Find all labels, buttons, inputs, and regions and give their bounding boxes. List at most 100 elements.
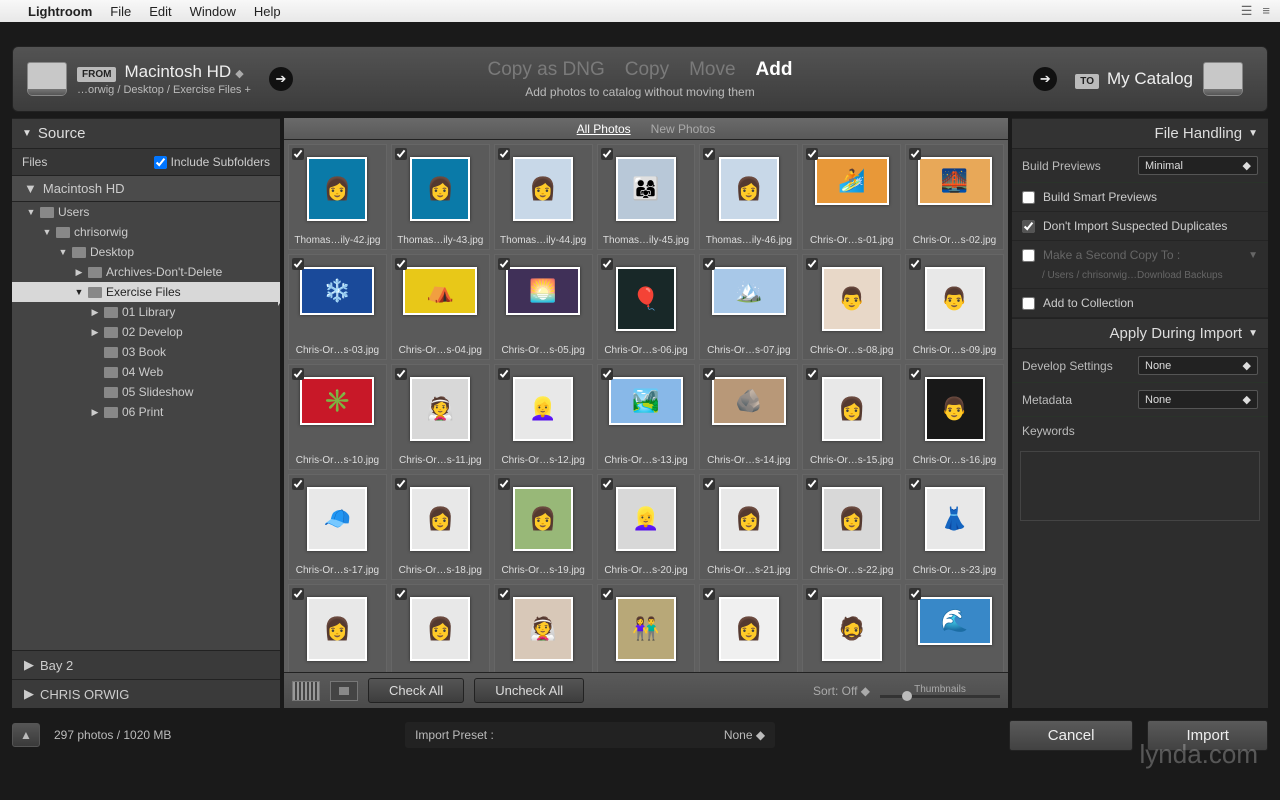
import-button[interactable]: Import	[1147, 720, 1268, 751]
arrow-right-button[interactable]: ➔	[1033, 67, 1057, 91]
check-all-button[interactable]: Check All	[368, 678, 464, 703]
loupe-view-icon[interactable]	[330, 681, 358, 701]
thumbnail-cell[interactable]: 🌉Chris-Or…s-02.jpg	[905, 144, 1004, 250]
tab-new-photos[interactable]: New Photos	[651, 122, 716, 136]
smart-previews-checkbox[interactable]: Build Smart Previews	[1012, 183, 1268, 212]
folder-04-web[interactable]: 04 Web	[12, 362, 280, 382]
thumbnail-checkbox[interactable]	[909, 368, 921, 380]
thumbnail-cell[interactable]: 🌊Chris-Or…s-30.jpg	[905, 584, 1004, 672]
folder-02-develop[interactable]: ▶02 Develop	[12, 322, 280, 342]
thumbnail-cell[interactable]: 👩Chris-Or…s-21.jpg	[699, 474, 798, 580]
no-duplicates-checkbox[interactable]: Don't Import Suspected Duplicates	[1012, 212, 1268, 241]
thumbnail-checkbox[interactable]	[909, 588, 921, 600]
mode-move[interactable]: Move	[689, 59, 735, 81]
mode-copy[interactable]: Copy	[625, 59, 669, 81]
thumbnail-cell[interactable]: 🏄Chris-Or…s-01.jpg	[802, 144, 901, 250]
folder-06-print[interactable]: ▶06 Print	[12, 402, 280, 422]
thumbnail-checkbox[interactable]	[292, 478, 304, 490]
thumbnail-size-slider[interactable]: Thumbnails	[880, 684, 1000, 698]
thumbnail-cell[interactable]: 🏞️Chris-Or…s-13.jpg	[597, 364, 696, 470]
thumbnail-cell[interactable]: ⛺Chris-Or…s-04.jpg	[391, 254, 490, 360]
menu-window[interactable]: Window	[190, 4, 236, 19]
thumbnail-checkbox[interactable]	[806, 368, 818, 380]
thumbnail-checkbox[interactable]	[395, 258, 407, 270]
arrow-right-button[interactable]: ➔	[269, 67, 293, 91]
keywords-input[interactable]	[1020, 451, 1260, 521]
thumbnail-cell[interactable]: 👨‍👩‍👧Thomas…ily-45.jpg	[597, 144, 696, 250]
thumbnail-checkbox[interactable]	[703, 148, 715, 160]
thumbnail-checkbox[interactable]	[703, 368, 715, 380]
thumbnail-cell[interactable]: 👗Chris-Or…s-23.jpg	[905, 474, 1004, 580]
thumbnail-checkbox[interactable]	[395, 148, 407, 160]
import-preset-select[interactable]: Import Preset : None ◆	[405, 722, 775, 748]
thumbnail-cell[interactable]: 👨Chris-Or…s-08.jpg	[802, 254, 901, 360]
thumbnail-cell[interactable]: 👩Thomas…ily-42.jpg	[288, 144, 387, 250]
thumbnail-checkbox[interactable]	[703, 588, 715, 600]
thumbnail-cell[interactable]: 👱‍♀️Chris-Or…s-12.jpg	[494, 364, 593, 470]
thumbnail-cell[interactable]: 👨Chris-Or…s-09.jpg	[905, 254, 1004, 360]
thumbnail-checkbox[interactable]	[292, 148, 304, 160]
thumbnail-checkbox[interactable]	[703, 478, 715, 490]
folder-05-slideshow[interactable]: 05 Slideshow	[12, 382, 280, 402]
add-to-collection-checkbox[interactable]: Add to Collection	[1012, 289, 1268, 318]
thumbnail-cell[interactable]: ✳️Chris-Or…s-10.jpg	[288, 364, 387, 470]
thumbnail-cell[interactable]: 👨Chris-Or…s-16.jpg	[905, 364, 1004, 470]
tray-icon[interactable]: ≡	[1262, 3, 1270, 19]
thumbnail-checkbox[interactable]	[806, 478, 818, 490]
mode-copy-as-dng[interactable]: Copy as DNG	[488, 59, 605, 81]
folder-desktop[interactable]: ▼Desktop	[12, 242, 280, 262]
thumbnail-grid[interactable]: 👩Thomas…ily-42.jpg👩Thomas…ily-43.jpg👩Tho…	[284, 140, 1008, 672]
thumbnail-checkbox[interactable]	[806, 258, 818, 270]
thumbnail-checkbox[interactable]	[806, 148, 818, 160]
thumbnail-cell[interactable]: 👩Chris-Or…s-15.jpg	[802, 364, 901, 470]
thumbnail-cell[interactable]: 👫Chris-Or…s-27.jpg	[597, 584, 696, 672]
include-subfolders-checkbox[interactable]: Include Subfolders	[154, 155, 270, 169]
thumbnail-checkbox[interactable]	[601, 368, 613, 380]
thumbnail-checkbox[interactable]	[395, 478, 407, 490]
folder-03-book[interactable]: 03 Book	[12, 342, 280, 362]
panel-header-filehandling[interactable]: File Handling▼	[1012, 118, 1268, 149]
menu-help[interactable]: Help	[254, 4, 281, 19]
metadata-select[interactable]: None◆	[1138, 390, 1258, 409]
menu-edit[interactable]: Edit	[149, 4, 171, 19]
thumbnail-cell[interactable]: 🎈Chris-Or…s-06.jpg	[597, 254, 696, 360]
thumbnail-cell[interactable]: 🪨Chris-Or…s-14.jpg	[699, 364, 798, 470]
uncheck-all-button[interactable]: Uncheck All	[474, 678, 584, 703]
thumbnail-checkbox[interactable]	[292, 258, 304, 270]
thumbnail-checkbox[interactable]	[292, 588, 304, 600]
thumbnail-cell[interactable]: 🌅Chris-Or…s-05.jpg	[494, 254, 593, 360]
panel-header-source[interactable]: ▼Source	[12, 118, 280, 149]
thumbnail-checkbox[interactable]	[601, 258, 613, 270]
thumbnail-checkbox[interactable]	[601, 148, 613, 160]
thumbnail-checkbox[interactable]	[498, 258, 510, 270]
thumbnail-checkbox[interactable]	[498, 368, 510, 380]
grid-view-icon[interactable]	[292, 681, 320, 701]
folder-users[interactable]: ▼Users	[12, 202, 280, 222]
mode-add[interactable]: Add	[756, 59, 793, 81]
source-section[interactable]: ▶CHRIS ORWIG	[12, 679, 280, 708]
thumbnail-cell[interactable]: 👰Chris-Or…s-26.jpg	[494, 584, 593, 672]
thumbnail-cell[interactable]: 👩Chris-Or…s-25.jpg	[391, 584, 490, 672]
thumbnail-checkbox[interactable]	[601, 478, 613, 490]
thumbnail-cell[interactable]: 👩Chris-Or…s-24.jpg	[288, 584, 387, 672]
source-from-block[interactable]: FROMMacintosh HD◆ …orwig / Desktop / Exe…	[77, 62, 251, 96]
volume-header[interactable]: ▼Macintosh HD	[12, 175, 280, 202]
thumbnail-cell[interactable]: ❄️Chris-Or…s-03.jpg	[288, 254, 387, 360]
source-section[interactable]: ▶Bay 2	[12, 650, 280, 679]
thumbnail-checkbox[interactable]	[806, 588, 818, 600]
thumbnail-cell[interactable]: 👩Thomas…ily-46.jpg	[699, 144, 798, 250]
thumbnail-checkbox[interactable]	[703, 258, 715, 270]
folder-exercise-files[interactable]: ▼Exercise Files	[12, 282, 280, 302]
thumbnail-cell[interactable]: 👩Chris-Or…s-22.jpg	[802, 474, 901, 580]
thumbnail-checkbox[interactable]	[395, 588, 407, 600]
build-previews-select[interactable]: Minimal◆	[1138, 156, 1258, 175]
thumbnail-checkbox[interactable]	[909, 148, 921, 160]
thumbnail-checkbox[interactable]	[601, 588, 613, 600]
second-copy-checkbox[interactable]: Make a Second Copy To :▼ / Users / chris…	[1012, 241, 1268, 289]
thumbnail-cell[interactable]: 👱‍♀️Chris-Or…s-20.jpg	[597, 474, 696, 580]
expand-button[interactable]: ▲	[12, 723, 40, 747]
dest-block[interactable]: ➔ TOMy Catalog	[1015, 62, 1253, 96]
thumbnail-cell[interactable]: 🧢Chris-Or…s-17.jpg	[288, 474, 387, 580]
app-name[interactable]: Lightroom	[28, 4, 92, 19]
tray-icon[interactable]: ☰	[1241, 3, 1253, 19]
